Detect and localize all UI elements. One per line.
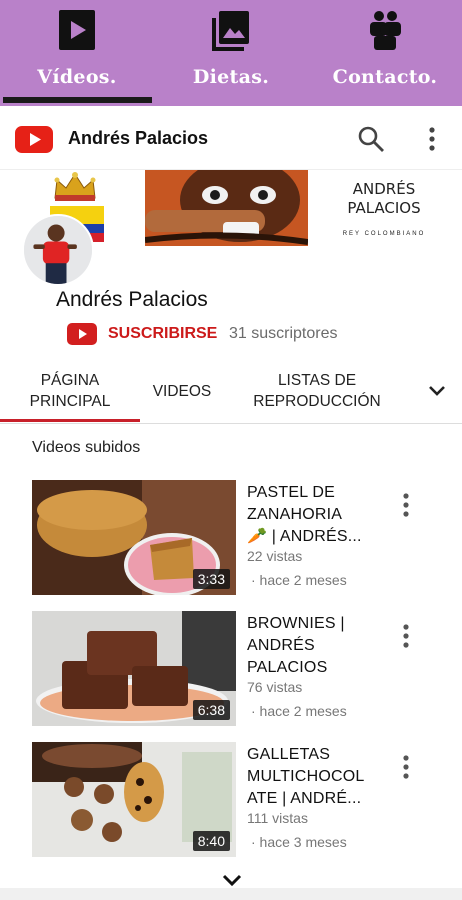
tab-label: Dietas. <box>192 66 270 88</box>
tab-dietas[interactable]: Dietas. <box>154 0 308 106</box>
tab-label: Vídeos. <box>37 66 117 88</box>
play-icon <box>59 10 95 50</box>
video-views: 76 vistas <box>247 679 303 695</box>
tab-contacto[interactable]: Contacto. <box>308 0 462 106</box>
video-title-line: ZANAHORIA <box>247 506 343 523</box>
video-title-line: GALLETAS <box>247 746 331 763</box>
crown-icon <box>54 172 96 201</box>
channel-name: Andrés Palacios <box>56 288 208 311</box>
video-item[interactable]: 8:40 GALLETAS MULTICHOCOL ATE | ANDRÉ...… <box>0 742 462 862</box>
more-vert-icon[interactable] <box>399 492 413 518</box>
video-duration: 3:33 <box>192 569 230 589</box>
video-title-line: MULTICHOCOL <box>247 768 365 785</box>
selected-tab-indicator <box>3 97 152 103</box>
more-vert-icon[interactable] <box>399 754 413 780</box>
video-title-line: ATE | ANDRÉ... <box>247 790 362 807</box>
app-tab-bar: Vídeos. Dietas. Contacto. <box>0 0 462 106</box>
more-vert-icon[interactable] <box>399 623 413 649</box>
video-views: 22 vistas <box>247 548 303 564</box>
youtube-subscribe-icon[interactable] <box>67 323 97 345</box>
tab-label: Contacto. <box>332 66 438 88</box>
tab-label-line1: VIDEOS <box>152 383 212 400</box>
video-title-line: ANDRÉS <box>247 637 315 654</box>
banner-name-line2: PALACIOS <box>347 199 421 217</box>
video-thumbnail[interactable]: 8:40 <box>32 742 236 857</box>
video-age: · hace 2 meses <box>251 572 347 588</box>
subscribe-button[interactable]: SUSCRIBIRSE <box>108 325 217 343</box>
video-item[interactable]: 3:33 PASTEL DE ZANAHORIA 🥕 | ANDRÉS... 2… <box>0 480 462 600</box>
video-title[interactable]: BROWNIES | ANDRÉS PALACIOS <box>247 613 377 679</box>
tab-home[interactable]: PÁGINA PRINCIPAL <box>24 362 116 424</box>
tab-label-line2: REPRODUCCIÓN <box>253 393 381 410</box>
video-views: 111 vistas <box>247 810 308 826</box>
section-title: Videos subidos <box>32 439 141 456</box>
video-title[interactable]: PASTEL DE ZANAHORIA 🥕 | ANDRÉS... <box>247 482 377 548</box>
video-title-line: PASTEL DE <box>247 484 336 501</box>
video-title-line: 🥕 | ANDRÉS... <box>247 528 362 545</box>
youtube-header: Andrés Palacios <box>0 108 462 170</box>
video-thumbnail[interactable]: 6:38 <box>32 611 236 726</box>
tab-playlists[interactable]: LISTAS DE REPRODUCCIÓN <box>243 362 391 424</box>
subscriber-count: 31 suscriptores <box>229 325 338 342</box>
header-title: Andrés Palacios <box>68 128 209 148</box>
tab-label-line1: PÁGINA <box>40 372 100 389</box>
image-gallery-icon <box>212 11 249 51</box>
people-icon <box>370 11 401 50</box>
video-age: · hace 2 meses <box>251 703 347 719</box>
video-duration: 8:40 <box>192 831 230 851</box>
channel-tabs: PÁGINA PRINCIPAL VIDEOS LISTAS DE REPROD… <box>0 362 462 424</box>
search-icon[interactable] <box>356 124 386 154</box>
banner-name-line1: ANDRÉS <box>352 180 416 198</box>
tab-videos[interactable]: Vídeos. <box>0 0 154 106</box>
banner-tagline: REY COLOMBIANO <box>342 231 426 237</box>
video-title-line: PALACIOS <box>247 659 328 676</box>
selected-channel-tab-indicator <box>0 419 140 422</box>
video-thumbnail[interactable]: 3:33 <box>32 480 236 595</box>
tab-label-line2: PRINCIPAL <box>29 393 111 410</box>
chevron-down-icon[interactable] <box>426 380 448 402</box>
video-age: · hace 3 meses <box>251 834 347 850</box>
more-vert-icon[interactable] <box>420 124 444 154</box>
bottom-bar <box>0 888 462 900</box>
video-title-line: BROWNIES | <box>247 615 345 632</box>
tab-label-line1: LISTAS DE <box>277 372 357 389</box>
video-duration: 6:38 <box>192 700 230 720</box>
youtube-logo-icon[interactable] <box>15 126 53 153</box>
tab-videos-list[interactable]: VIDEOS <box>146 362 218 424</box>
video-item[interactable]: 6:38 BROWNIES | ANDRÉS PALACIOS 76 vista… <box>0 611 462 731</box>
banner-name: ANDRÉS PALACIOS <box>330 180 438 218</box>
banner-artwork <box>145 170 308 246</box>
avatar[interactable] <box>22 214 94 286</box>
video-title[interactable]: GALLETAS MULTICHOCOL ATE | ANDRÉ... <box>247 744 377 810</box>
